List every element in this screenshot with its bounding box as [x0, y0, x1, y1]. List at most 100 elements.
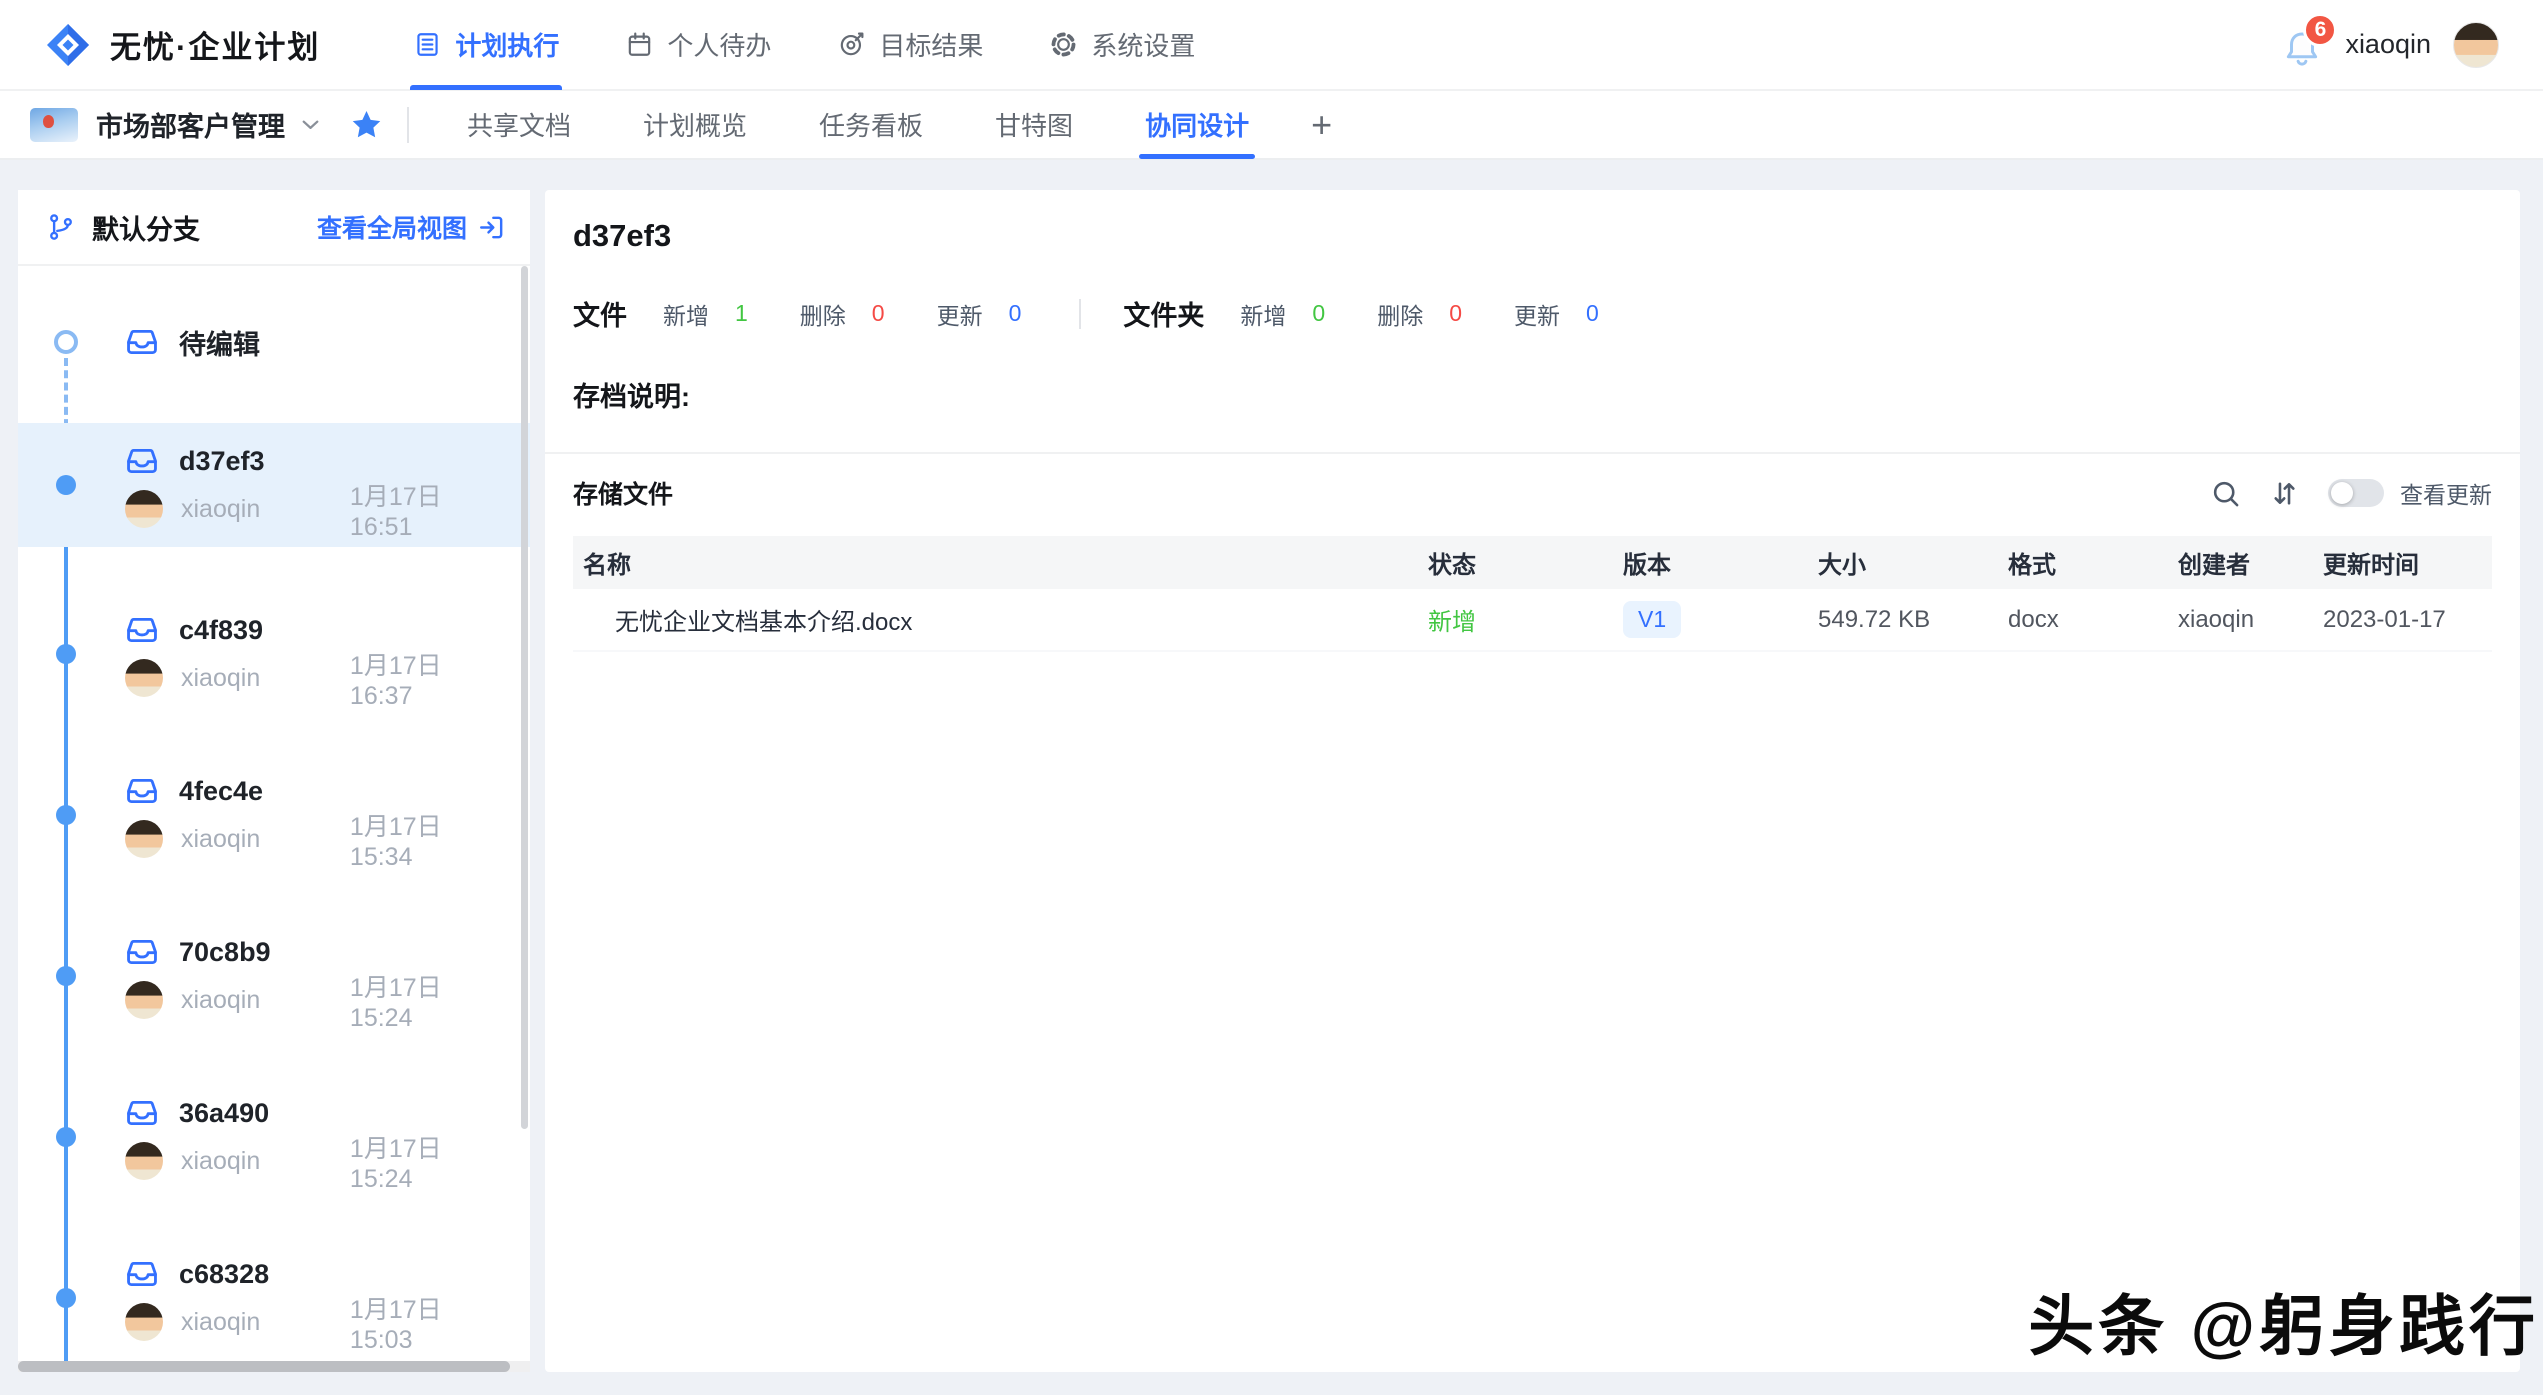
commit-timeline: 待编辑 d37ef3 xiaoqin 1月17日 16:51: [18, 266, 530, 1372]
chevron-down-icon[interactable]: [297, 111, 324, 138]
col-name: 名称: [573, 536, 1418, 589]
col-size: 大小: [1808, 536, 1998, 589]
commit-id: c4f839: [179, 615, 263, 646]
nav-tab-label: 计划执行: [455, 26, 559, 63]
notification-bell[interactable]: 6: [2281, 21, 2323, 69]
commit-item[interactable]: c68328 xiaoqin 1月17日 15:03: [18, 1244, 530, 1352]
updated-label: 更新: [937, 297, 983, 331]
stored-files-tools: 查看更新: [2210, 476, 2492, 510]
deleted-label: 删除: [800, 297, 846, 331]
commit-author: xiaoqin: [181, 1147, 332, 1176]
file-stats-label: 文件: [573, 294, 627, 333]
commit-time: 1月17日 15:34: [350, 807, 510, 872]
top-nav: 无忧·企业计划 计划执行 个人待办 目标结果: [0, 0, 2543, 91]
nav-tab-label: 个人待办: [667, 26, 771, 63]
col-status: 状态: [1418, 536, 1613, 589]
gear-icon: [1049, 30, 1078, 59]
enter-icon: [477, 213, 506, 242]
avatar[interactable]: [2453, 22, 2499, 68]
commit-author: xiaoqin: [181, 664, 332, 693]
avatar: [125, 659, 163, 697]
add-tab-button[interactable]: +: [1285, 91, 1358, 158]
commit-time: 1月17日 16:51: [350, 477, 510, 542]
file-name[interactable]: 无忧企业文档基本介绍.docx: [573, 589, 1418, 651]
commit-item[interactable]: c4f839 xiaoqin 1月17日 16:37: [18, 600, 530, 708]
view-updates-toggle[interactable]: [2328, 479, 2384, 507]
commit-time: 1月17日 16:37: [350, 646, 510, 711]
inbox-icon: [125, 1096, 159, 1130]
commit-author: xiaoqin: [181, 1308, 332, 1337]
pending-edit-item[interactable]: 待编辑: [125, 322, 530, 362]
nav-tab-label: 系统设置: [1091, 26, 1195, 63]
git-branch-icon: [46, 212, 76, 242]
sort-icon[interactable]: [2269, 478, 2300, 509]
brand: 无忧·企业计划: [44, 21, 320, 69]
nav-tab-system-settings[interactable]: 系统设置: [1016, 0, 1228, 89]
updated-label: 更新: [1514, 297, 1560, 331]
nav-tab-goal-results[interactable]: 目标结果: [804, 0, 1016, 89]
commit-author: xiaoqin: [181, 825, 332, 854]
commit-detail-title: d37ef3: [573, 190, 2492, 254]
commit-item[interactable]: 36a490 xiaoqin 1月17日 15:24: [18, 1083, 530, 1191]
nav-tab-personal-todo[interactable]: 个人待办: [592, 0, 804, 89]
commit-author: xiaoqin: [181, 986, 332, 1015]
app-title: 无忧·企业计划: [110, 22, 320, 67]
ws-tab-collab-design[interactable]: 协同设计: [1109, 91, 1285, 158]
stored-files-card-header: 存储文件 查看更新: [573, 454, 2492, 532]
stored-files-table: 名称 状态 版本 大小 格式 创建者 更新时间 无忧企业文档基本介绍.docx …: [573, 536, 2492, 652]
branch-title: 默认分支: [92, 208, 301, 247]
vertical-scrollbar[interactable]: [521, 266, 528, 1129]
search-icon[interactable]: [2210, 478, 2241, 509]
commit-id: d37ef3: [179, 446, 265, 477]
commit-id: c68328: [179, 1259, 269, 1290]
horizontal-scrollbar-thumb[interactable]: [18, 1361, 510, 1372]
ws-tab-shared-docs[interactable]: 共享文档: [431, 91, 607, 158]
added-label: 新增: [1240, 297, 1286, 331]
deleted-label: 删除: [1377, 297, 1423, 331]
global-view-link[interactable]: 查看全局视图: [317, 209, 506, 245]
commit-time: 1月17日 15:24: [350, 968, 510, 1033]
folder-added-count: 0: [1312, 300, 1325, 327]
ws-tab-plan-overview[interactable]: 计划概览: [607, 91, 783, 158]
view-updates-label: 查看更新: [2400, 476, 2492, 510]
stored-files-title: 存储文件: [573, 475, 2210, 511]
file-creator: xiaoqin: [2168, 589, 2313, 651]
commit-time: 1月17日 15:03: [350, 1290, 510, 1355]
favorite-star-icon[interactable]: [350, 108, 383, 141]
ws-tab-task-board[interactable]: 任务看板: [783, 91, 959, 158]
app-logo-icon: [44, 21, 92, 69]
inbox-icon: [125, 444, 159, 478]
document-icon: [413, 30, 442, 59]
folder-updated-count: 0: [1586, 300, 1599, 327]
watermark: 头条 @躬身践行: [2028, 1273, 2539, 1369]
username: xiaoqin: [2345, 29, 2431, 60]
table-row[interactable]: 无忧企业文档基本介绍.docx 新增 V1 549.72 KB docx xia…: [573, 589, 2492, 651]
ws-tab-label: 共享文档: [467, 106, 571, 143]
commit-item[interactable]: 4fec4e xiaoqin 1月17日 15:34: [18, 761, 530, 869]
timeline-pending-node: [54, 330, 78, 354]
commit-author: xiaoqin: [181, 495, 332, 524]
avatar: [125, 1142, 163, 1180]
folder-deleted-count: 0: [1449, 300, 1462, 327]
ws-tab-gantt[interactable]: 甘特图: [959, 91, 1109, 158]
ws-tab-label: 甘特图: [995, 106, 1073, 143]
col-updated: 更新时间: [2313, 536, 2492, 589]
version-badge[interactable]: V1: [1623, 601, 1681, 638]
branch-sidebar-header: 默认分支 查看全局视图: [18, 190, 530, 266]
col-version: 版本: [1613, 536, 1808, 589]
project-name[interactable]: 市场部客户管理: [96, 105, 285, 144]
horizontal-scrollbar[interactable]: [18, 1361, 530, 1372]
commit-id: 70c8b9: [179, 937, 271, 968]
nav-tab-plan-execution[interactable]: 计划执行: [380, 0, 592, 89]
workspace-bar: 市场部客户管理 共享文档 计划概览 任务看板 甘特图 协同设计 +: [0, 91, 2543, 160]
commit-item[interactable]: d37ef3 xiaoqin 1月17日 16:51: [18, 423, 530, 547]
file-format: docx: [1998, 589, 2168, 651]
file-updated-count: 0: [1009, 300, 1022, 327]
archive-note-label: 存档说明:: [573, 375, 2492, 414]
table-header-row: 名称 状态 版本 大小 格式 创建者 更新时间: [573, 536, 2492, 589]
calendar-icon: [625, 30, 654, 59]
project-thumbnail: [30, 108, 78, 142]
commit-item[interactable]: 70c8b9 xiaoqin 1月17日 15:24: [18, 922, 530, 1030]
folder-stats-label: 文件夹: [1123, 294, 1204, 333]
avatar: [125, 490, 163, 528]
